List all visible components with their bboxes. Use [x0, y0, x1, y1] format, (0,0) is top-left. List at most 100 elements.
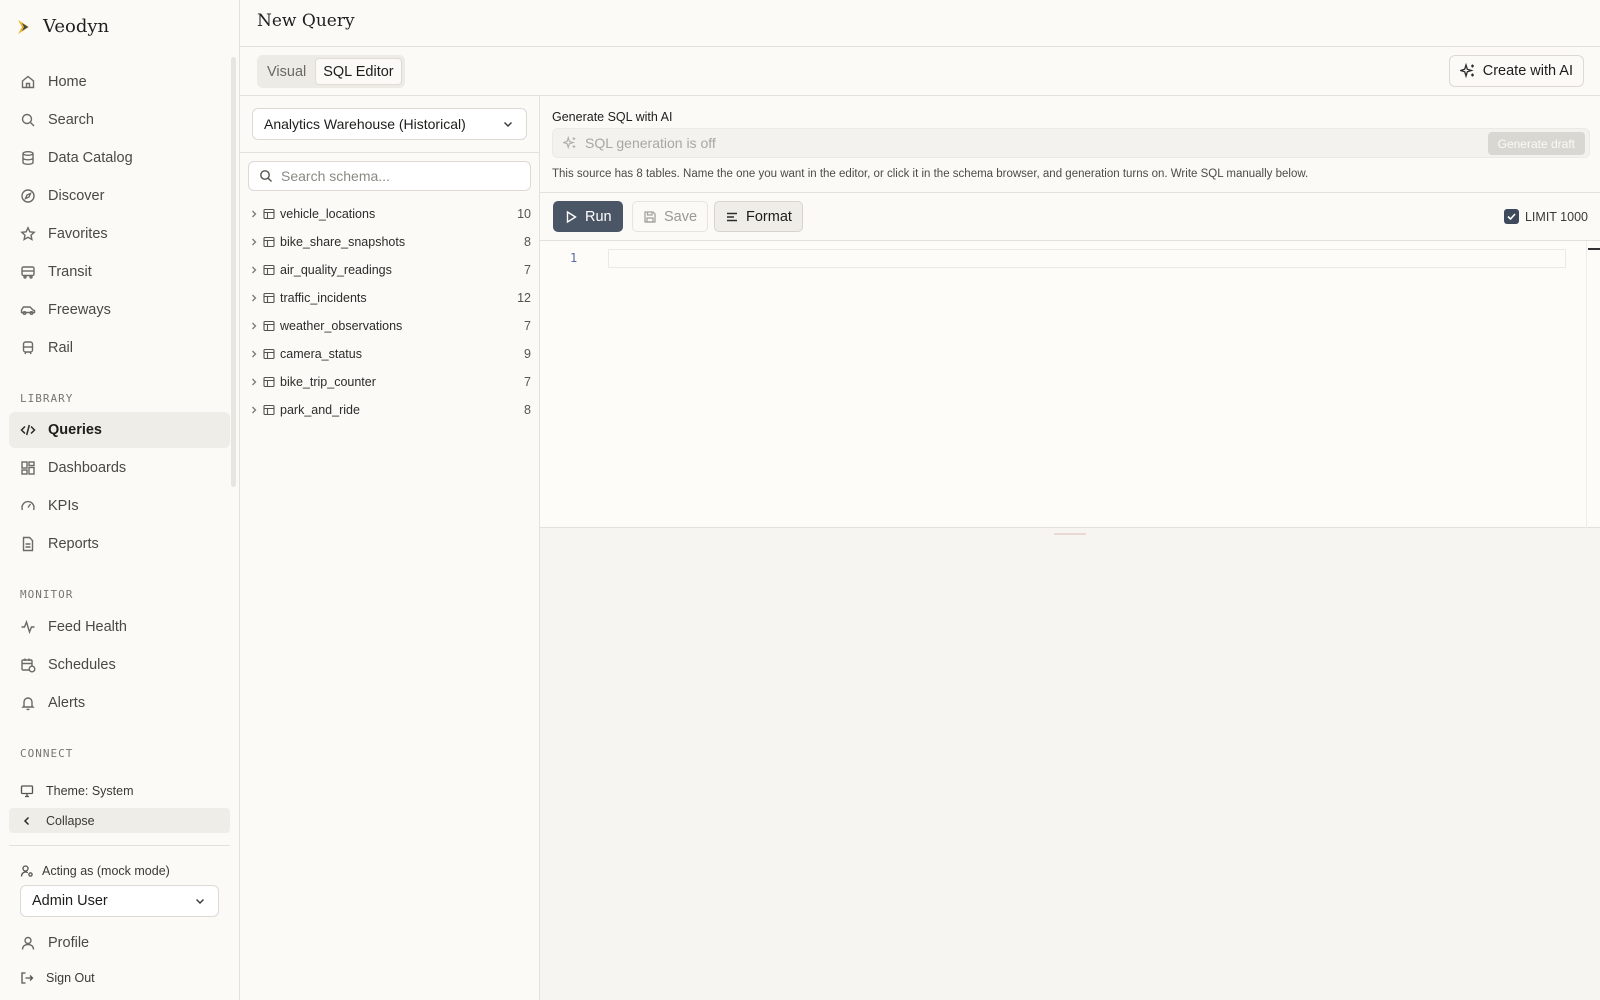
library-section-label: LIBRARY — [20, 392, 74, 405]
chevron-right-icon — [248, 236, 260, 248]
table-column-count: 7 — [524, 375, 531, 389]
schema-browser: Analytics Warehouse (Historical) Search … — [240, 96, 540, 1000]
source-select-value: Analytics Warehouse (Historical) — [264, 116, 466, 132]
run-button[interactable]: Run — [553, 201, 623, 232]
schema-search-input[interactable]: Search schema... — [248, 161, 531, 191]
create-with-ai-label: Create with AI — [1482, 63, 1573, 79]
connect-section-label: CONNECT — [20, 747, 74, 760]
table-name: traffic_incidents — [280, 291, 367, 305]
schema-table-row[interactable]: air_quality_readings 7 — [248, 258, 531, 282]
nav-item-label: Discover — [48, 188, 105, 204]
nav-item-label: Alerts — [48, 695, 86, 711]
user-select[interactable]: Admin User — [20, 885, 219, 917]
editor-overview-ruler[interactable] — [1586, 241, 1600, 528]
limit-label: LIMIT 1000 — [1524, 209, 1588, 224]
nav-item-reports[interactable]: Reports — [9, 526, 230, 562]
chevron-right-icon — [248, 208, 260, 220]
schema-divider — [240, 152, 540, 153]
nav-item-label: Favorites — [48, 226, 108, 242]
car-icon — [20, 302, 36, 318]
tab-visual[interactable]: Visual — [260, 58, 313, 85]
schema-table-row[interactable]: bike_trip_counter 7 — [248, 370, 531, 394]
active-code-line[interactable] — [608, 249, 1566, 268]
nav-item-label: Data Catalog — [48, 150, 133, 166]
nav-item-kpis[interactable]: KPIs — [9, 488, 230, 524]
editor-toolbar: Run Save Format LIMIT 1000 — [540, 193, 1600, 241]
schema-table-row[interactable]: park_and_ride 8 — [248, 398, 531, 422]
save-button[interactable]: Save — [632, 201, 709, 232]
collapse-button[interactable]: Collapse — [9, 808, 230, 833]
cursor-marker — [1588, 248, 1600, 250]
chevron-down-icon — [502, 118, 514, 130]
star-icon — [20, 226, 36, 242]
nav-item-label: Profile — [48, 935, 90, 951]
brand[interactable]: Veodyn — [14, 16, 109, 37]
table-name: vehicle_locations — [280, 207, 376, 221]
schema-table-row[interactable]: weather_observations 7 — [248, 314, 531, 338]
schema-table-row[interactable]: vehicle_locations 10 — [248, 202, 531, 226]
table-icon — [263, 264, 275, 276]
table-icon — [263, 208, 275, 220]
gauge-icon — [20, 498, 36, 514]
nav-item-search[interactable]: Search — [9, 102, 230, 138]
nav-item-transit[interactable]: Transit — [9, 254, 230, 290]
chevron-right-icon — [248, 292, 260, 304]
database-icon — [20, 150, 36, 166]
user-select-value: Admin User — [32, 893, 108, 909]
nav-item-home[interactable]: Home — [9, 64, 230, 100]
nav-item-profile[interactable]: Profile — [9, 926, 230, 960]
sign-out-button[interactable]: Sign Out — [9, 965, 230, 990]
sidebar-scrollbar[interactable] — [231, 57, 236, 487]
nav-item-schedules[interactable]: Schedules — [9, 647, 230, 683]
generate-draft-button[interactable]: Generate draft — [1487, 132, 1585, 155]
mode-switch: Visual SQL Editor — [257, 55, 405, 88]
nav-item-queries[interactable]: Queries — [9, 412, 230, 448]
generate-sql-note: This source has 8 tables. Name the one y… — [552, 168, 1309, 180]
schema-table-row[interactable]: bike_share_snapshots 8 — [248, 230, 531, 254]
nav-item-feed-health[interactable]: Feed Health — [9, 609, 230, 645]
sql-code-editor[interactable]: 1 — [540, 241, 1600, 528]
nav-item-dashboards[interactable]: Dashboards — [9, 450, 230, 486]
format-button[interactable]: Format — [714, 201, 803, 232]
table-icon — [263, 320, 275, 332]
table-name: park_and_ride — [280, 403, 360, 417]
nav-item-rail[interactable]: Rail — [9, 330, 230, 366]
source-select[interactable]: Analytics Warehouse (Historical) — [252, 108, 527, 140]
chevron-right-icon — [248, 320, 260, 332]
sparkles-icon — [563, 136, 577, 150]
save-label: Save — [664, 208, 698, 225]
nav-item-discover[interactable]: Discover — [9, 178, 230, 214]
nav-item-label: Reports — [48, 536, 99, 552]
table-icon — [263, 376, 275, 388]
acting-as: Acting as (mock mode) — [20, 864, 170, 878]
acting-label: Acting as (mock mode) — [42, 864, 170, 878]
nav-item-data-catalog[interactable]: Data Catalog — [9, 140, 230, 176]
schema-search-placeholder: Search schema... — [281, 168, 390, 184]
report-icon — [20, 536, 36, 552]
user-cog-icon — [20, 864, 34, 878]
limit-checkbox[interactable] — [1503, 209, 1519, 224]
collapse-label: Collapse — [46, 813, 95, 828]
nav-item-freeways[interactable]: Freeways — [9, 292, 230, 328]
nav-item-label: Home — [48, 74, 87, 90]
table-name: air_quality_readings — [280, 263, 392, 277]
limit-toggle[interactable]: LIMIT 1000 — [1503, 209, 1588, 224]
nav-item-alerts[interactable]: Alerts — [9, 685, 230, 721]
nav-item-favorites[interactable]: Favorites — [9, 216, 230, 252]
tab-sql-editor[interactable]: SQL Editor — [315, 58, 402, 85]
table-icon — [263, 348, 275, 360]
home-icon — [20, 74, 36, 90]
nav-item-label: Rail — [48, 340, 73, 356]
code-icon — [20, 422, 36, 438]
create-with-ai-button[interactable]: Create with AI — [1448, 55, 1584, 87]
schema-table-row[interactable]: traffic_incidents 12 — [248, 286, 531, 310]
nav-item-label: Queries — [48, 422, 102, 438]
table-name: bike_trip_counter — [280, 375, 376, 389]
generate-sql-panel: Generate SQL with AI SQL generation is o… — [540, 96, 1600, 193]
results-resize-handle[interactable] — [1054, 533, 1086, 535]
nav-item-label: Schedules — [48, 657, 116, 673]
table-icon — [263, 404, 275, 416]
schema-table-row[interactable]: camera_status 9 — [248, 342, 531, 366]
table-column-count: 7 — [524, 263, 531, 277]
theme-toggle[interactable]: Theme: System — [9, 778, 230, 803]
